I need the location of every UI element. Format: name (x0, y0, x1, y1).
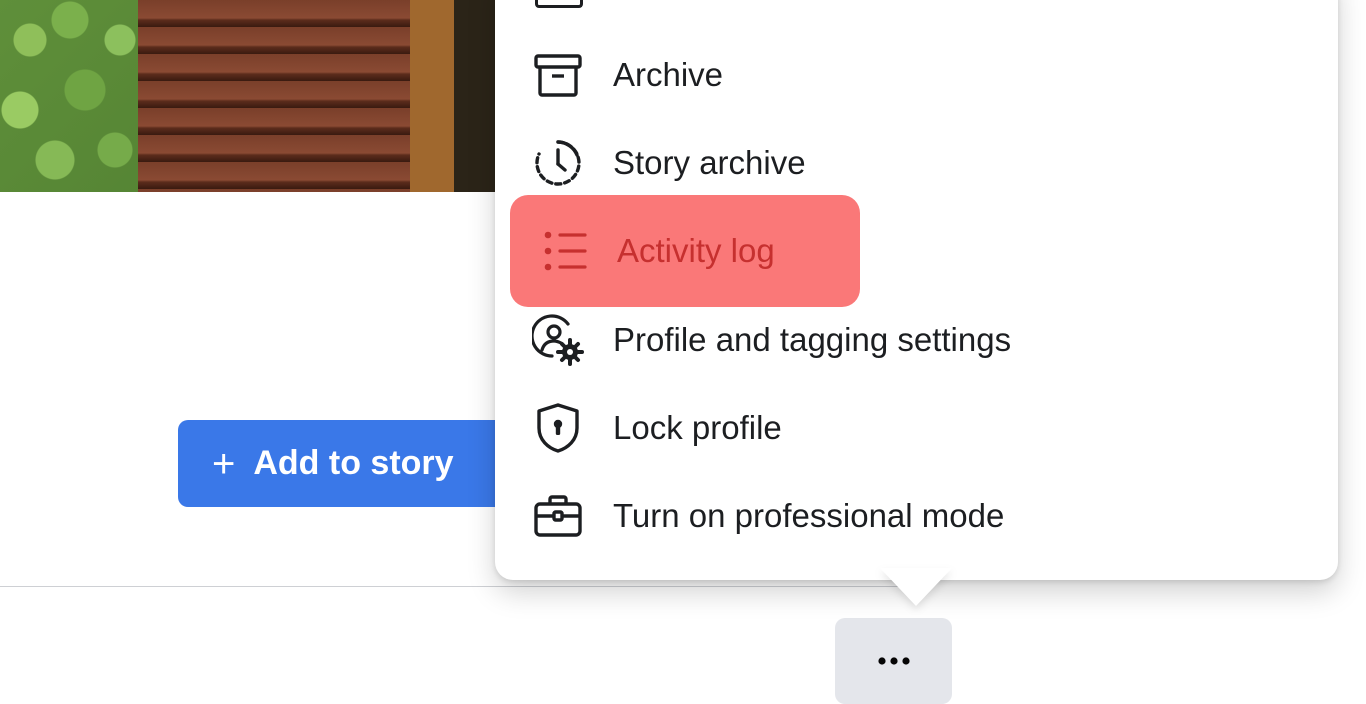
menu-item-activity-log[interactable]: Activity log (510, 195, 860, 307)
briefcase-icon (530, 488, 586, 544)
menu-item-label: Activity log (617, 232, 775, 269)
list-icon (538, 223, 594, 279)
menu-item-archive[interactable]: Archive (510, 33, 723, 117)
divider (0, 586, 900, 587)
menu-item-label: Turn on professional mode (613, 497, 1005, 534)
partial-menu-icon (535, 0, 583, 8)
menu-item-label: Story archive (613, 144, 806, 181)
menu-item-story-archive[interactable]: Story archive (510, 121, 806, 205)
more-options-button[interactable] (835, 618, 952, 704)
cover-photo (0, 0, 520, 192)
clock-history-icon (530, 135, 586, 191)
user-settings-icon (530, 312, 586, 368)
archive-box-icon (530, 47, 586, 103)
ellipsis-icon (877, 657, 910, 665)
menu-item-label: Lock profile (613, 409, 782, 446)
add-to-story-label: Add to story (253, 444, 454, 482)
menu-item-label: Archive (613, 56, 724, 93)
menu-item-profile-tagging-settings[interactable]: Profile and tagging settings (510, 298, 1011, 382)
shield-lock-icon (530, 400, 586, 456)
menu-caret (880, 568, 952, 606)
cover-bench (138, 0, 438, 192)
plus-icon: + (212, 441, 236, 486)
menu-item-label: Profile and tagging settings (613, 321, 1012, 358)
add-to-story-button[interactable]: + Add to story (178, 420, 508, 507)
menu-item-lock-profile[interactable]: Lock profile (510, 386, 782, 470)
menu-item-professional-mode[interactable]: Turn on professional mode (510, 474, 1004, 558)
